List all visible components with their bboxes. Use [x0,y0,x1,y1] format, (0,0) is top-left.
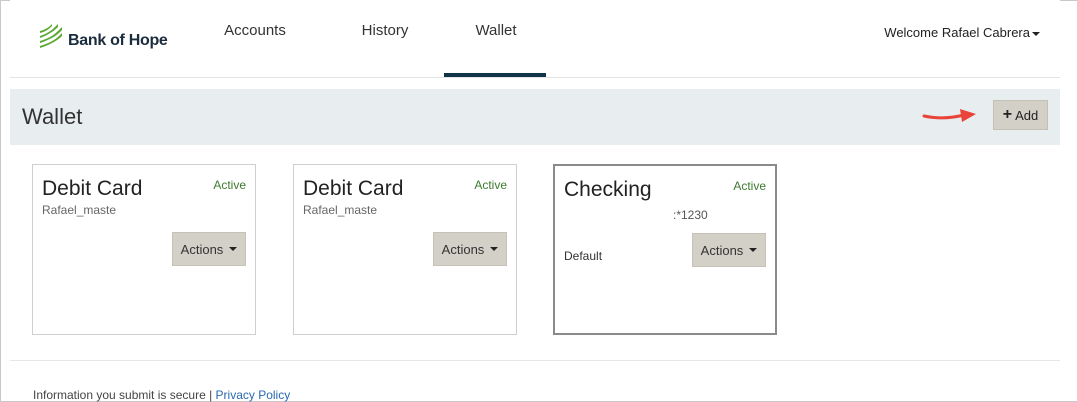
active-tab-indicator [444,73,546,77]
nav-accounts[interactable]: Accounts [215,22,295,39]
user-menu[interactable]: Welcome Rafael Cabrera [884,25,1040,40]
nav-wallet[interactable]: Wallet [456,22,536,39]
actions-label: Actions [700,242,744,258]
top-navigation: Bank of Hope Accounts History Wallet Wel… [10,0,1060,78]
actions-label: Actions [441,241,485,257]
card-nickname: Rafael_maste [42,203,117,217]
bank-logo[interactable]: Bank of Hope [38,16,178,56]
caret-down-icon [749,248,758,252]
footer: Information you submit is secure | Priva… [33,388,290,402]
wallet-card-debit-1[interactable]: Debit Card Rafael_maste Active Actions [32,164,256,335]
caret-down-icon [1032,31,1040,36]
card-title: Debit Card [303,177,404,200]
page-header: Wallet + Add [10,89,1060,145]
bank-of-hope-logo-icon [40,24,62,48]
add-button-label: Add [1015,107,1039,123]
status-badge: Active [733,179,766,193]
brand-name: Bank of Hope [68,32,168,49]
annotation-arrow-icon [922,109,976,122]
status-badge: Active [474,178,507,192]
actions-dropdown-button[interactable]: Actions [433,232,507,266]
add-button[interactable]: + Add [993,100,1048,130]
account-number: :*1230 [673,208,708,222]
footer-divider [10,360,1060,361]
actions-label: Actions [180,241,224,257]
actions-dropdown-button[interactable]: Actions [692,233,766,267]
card-title: Checking [564,178,652,201]
caret-down-icon [490,247,499,251]
page-title: Wallet [22,104,83,129]
status-badge: Active [213,178,246,192]
wallet-card-checking[interactable]: Checking :*1230 Active Default Actions [553,164,777,335]
default-label: Default [564,249,603,263]
footer-security-text: Information you submit is secure | [33,388,216,402]
privacy-policy-link[interactable]: Privacy Policy [216,388,291,402]
card-nickname: Rafael_maste [303,203,378,217]
nav-history[interactable]: History [345,22,425,39]
welcome-text: Welcome Rafael Cabrera [884,25,1030,40]
actions-dropdown-button[interactable]: Actions [172,232,246,266]
caret-down-icon [229,247,238,251]
card-title: Debit Card [42,177,143,200]
plus-icon: + [1002,106,1013,123]
wallet-card-debit-2[interactable]: Debit Card Rafael_maste Active Actions [293,164,517,335]
